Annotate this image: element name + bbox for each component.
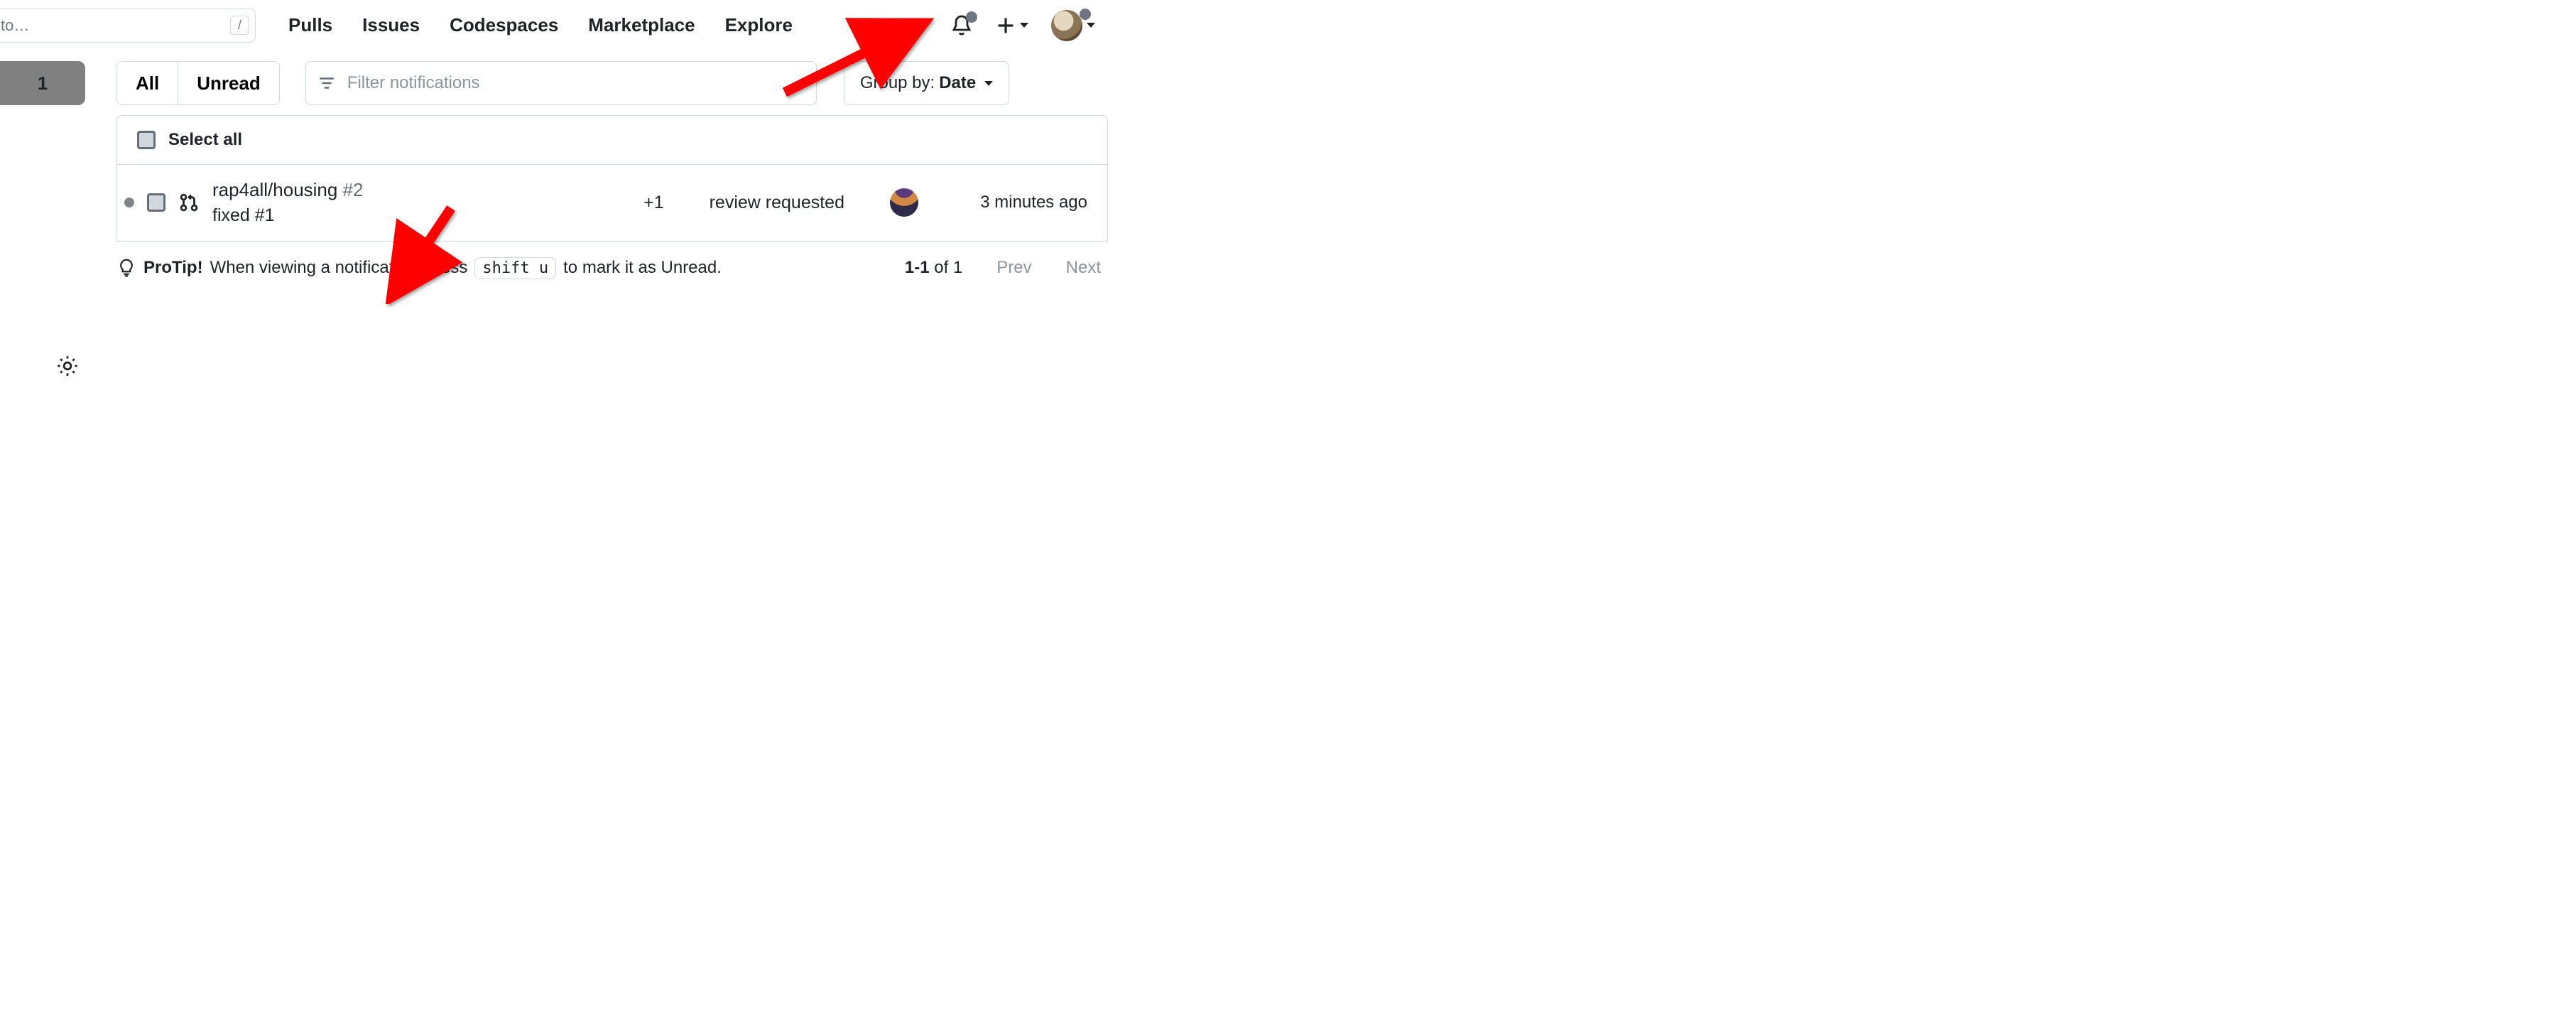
notification-repo[interactable]: rap4all/housing (212, 179, 337, 200)
filter-input-wrap[interactable] (305, 61, 817, 105)
select-all-label: Select all (168, 130, 242, 150)
notifications-unread-dot (966, 11, 977, 23)
filter-all-button[interactable]: All (117, 62, 178, 104)
notification-extra-count: +1 (643, 193, 664, 213)
nav-marketplace[interactable]: Marketplace (588, 14, 695, 36)
user-menu[interactable] (1051, 10, 1095, 41)
nav-issues[interactable]: Issues (362, 14, 420, 36)
pagination-next[interactable]: Next (1066, 258, 1101, 278)
chevron-down-icon (984, 81, 993, 86)
create-menu[interactable] (996, 16, 1028, 36)
list-header: Select all (116, 115, 1108, 165)
actor-avatar[interactable] (890, 188, 918, 217)
pagination-range: 1-1 of 1 (905, 258, 962, 278)
plus-icon (996, 16, 1016, 36)
gear-icon (55, 354, 80, 378)
notification-reason: review requested (710, 193, 844, 213)
filter-segment: All Unread (116, 61, 280, 105)
global-search-text: to… (0, 16, 230, 35)
global-search[interactable]: to… / (0, 9, 256, 43)
notification-subject: fixed #1 (212, 205, 275, 225)
notification-row[interactable]: rap4all/housing #2 fixed #1 +1 review re… (116, 165, 1108, 242)
notifications-list: Select all rap4all/housing #2 fixed #1 +… (116, 115, 1108, 242)
filter-unread-button[interactable]: Unread (178, 62, 279, 104)
pagination-prev[interactable]: Prev (996, 258, 1031, 278)
select-all-checkbox[interactable] (137, 131, 156, 149)
notification-ref: #2 (343, 179, 364, 200)
notifications-button[interactable] (950, 14, 973, 37)
pull-request-icon (178, 192, 200, 213)
protip-kbd: shift u (474, 257, 556, 279)
global-nav-links: Pulls Issues Codespaces Marketplace Expl… (288, 14, 793, 36)
chevron-down-icon (1020, 23, 1028, 28)
notification-title: rap4all/housing #2 fixed #1 (212, 178, 364, 228)
inbox-count-pill[interactable]: 1 (0, 61, 85, 105)
protip-label: ProTip! (143, 258, 203, 278)
filter-input[interactable] (346, 72, 805, 94)
search-slash-kbd: / (230, 16, 249, 35)
row-checkbox[interactable] (147, 193, 165, 212)
chevron-down-icon (1087, 23, 1095, 28)
global-header: to… / Pulls Issues Codespaces Marketplac… (0, 0, 1108, 51)
group-by-value: Date (939, 73, 976, 93)
avatar (1051, 10, 1082, 41)
unread-indicator (124, 198, 134, 207)
nav-pulls[interactable]: Pulls (288, 14, 332, 36)
group-by-menu[interactable]: Group by: Date (844, 61, 1009, 105)
notifications-toolbar: 1 All Unread Group by: Date (0, 51, 1108, 115)
settings-button[interactable] (55, 354, 80, 378)
inbox-count: 1 (38, 72, 48, 94)
notification-time: 3 minutes ago (931, 193, 1087, 212)
protip-text-2: to mark it as Unread. (563, 258, 722, 278)
lightbulb-icon (116, 258, 136, 278)
nav-codespaces[interactable]: Codespaces (450, 14, 558, 36)
group-by-label: Group by: (860, 73, 935, 93)
protip-text-1: When viewing a notification, press (210, 258, 468, 278)
nav-explore[interactable]: Explore (725, 14, 793, 36)
user-status-dot (1080, 9, 1091, 20)
filter-icon (317, 74, 336, 92)
list-footer: ProTip! When viewing a notification, pre… (116, 257, 1108, 279)
